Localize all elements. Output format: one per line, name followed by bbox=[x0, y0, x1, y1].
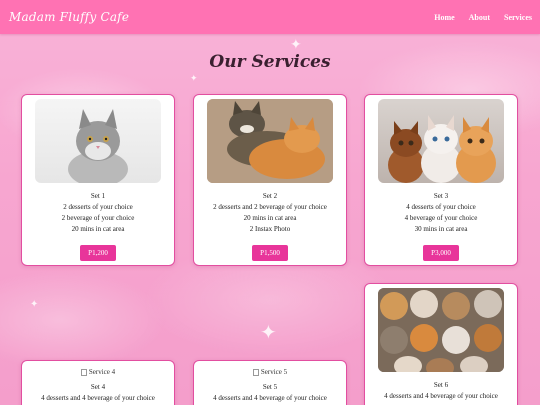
service-card-1: Set 1 2 desserts of your choice 2 bevera… bbox=[21, 94, 175, 266]
broken-image-icon bbox=[80, 368, 87, 376]
image-alt-text: Service 4 bbox=[88, 367, 116, 376]
image-alt-text: Service 5 bbox=[260, 367, 288, 376]
card-title: Set 5 bbox=[262, 383, 278, 391]
card-line: 4 desserts and 4 beverage of your choice bbox=[41, 394, 155, 402]
price-button[interactable]: P1,500 bbox=[252, 245, 288, 261]
service-card-2: Set 2 2 desserts and 2 beverage of your … bbox=[193, 94, 347, 266]
card-line: 30 mins in cat area bbox=[414, 225, 468, 233]
card-title: Set 6 bbox=[433, 381, 449, 389]
card-title: Set 4 bbox=[90, 383, 106, 391]
card-line: 2 beverage of your choice bbox=[61, 214, 135, 222]
nav-links: Home About Services bbox=[434, 13, 532, 22]
service-card-6: Set 6 4 desserts and 4 beverage of your … bbox=[364, 283, 518, 405]
nav-link-services[interactable]: Services bbox=[504, 13, 532, 22]
broken-image-placeholder: Service 5 bbox=[194, 367, 346, 377]
many-kittens-image bbox=[378, 288, 504, 372]
card-line: 4 desserts and 4 beverage of your choice bbox=[213, 394, 327, 402]
three-kittens-image bbox=[378, 99, 504, 183]
card-line: 2 desserts and 2 beverage of your choice bbox=[213, 203, 327, 211]
nav-link-home[interactable]: Home bbox=[434, 13, 454, 22]
broken-image-placeholder: Service 4 bbox=[22, 367, 174, 377]
broken-image-icon bbox=[252, 368, 259, 376]
card-line: 4 beverage of your choice bbox=[404, 214, 478, 222]
grey-cat-image bbox=[35, 99, 161, 183]
sparkle-decoration: ✦ bbox=[290, 37, 302, 53]
price-button[interactable]: P3,000 bbox=[423, 245, 459, 261]
card-title: Set 1 bbox=[90, 192, 106, 200]
sparkle-decoration: ✦ bbox=[260, 320, 277, 344]
card-line: 4 desserts of your choice bbox=[406, 203, 476, 211]
service-card-3: Set 3 4 desserts of your choice 4 bevera… bbox=[364, 94, 518, 266]
service-card-4: Service 4 Set 4 4 desserts and 4 beverag… bbox=[21, 360, 175, 405]
navbar: Madam Fluffy Cafe Home About Services bbox=[0, 0, 540, 34]
price-button[interactable]: P1,200 bbox=[80, 245, 116, 261]
service-card-5: Service 5 Set 5 4 desserts and 4 beverag… bbox=[193, 360, 347, 405]
sparkle-decoration: ✦ bbox=[30, 299, 39, 310]
card-line: 2 desserts of your choice bbox=[63, 203, 133, 211]
card-line: 2 Instax Photo bbox=[249, 225, 291, 233]
page-title: Our Services bbox=[209, 52, 331, 72]
card-line: 20 mins in cat area bbox=[243, 214, 297, 222]
card-line: 4 desserts and 4 beverage of your choice bbox=[384, 392, 498, 400]
card-line: 20 mins in cat area bbox=[71, 225, 125, 233]
card-title: Set 3 bbox=[433, 192, 449, 200]
two-cats-image bbox=[207, 99, 333, 183]
sparkle-decoration: ✦ bbox=[190, 74, 198, 84]
card-title: Set 2 bbox=[262, 192, 278, 200]
brand-logo[interactable]: Madam Fluffy Cafe bbox=[9, 10, 129, 24]
nav-link-about[interactable]: About bbox=[469, 13, 490, 22]
